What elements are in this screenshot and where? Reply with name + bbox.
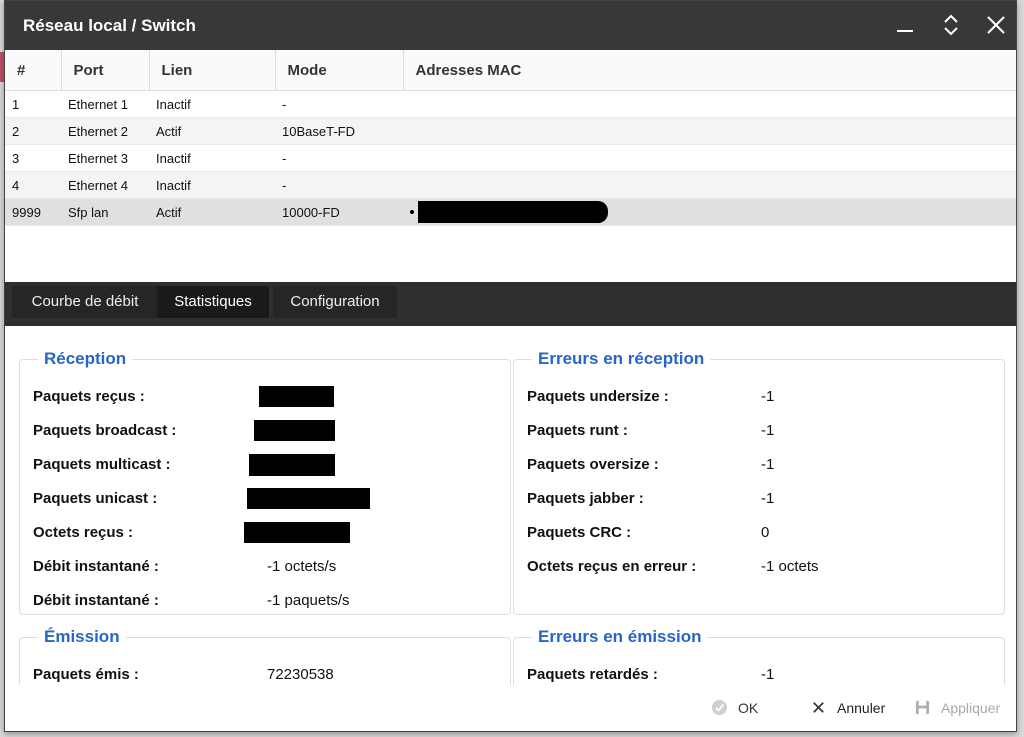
stat-label: Débit instantané : [33, 558, 159, 575]
stat-label: Paquets oversize : [527, 456, 659, 473]
cell-mac [403, 144, 1016, 172]
stat-value: -1 [761, 490, 775, 507]
redacted-mac [418, 201, 608, 223]
cell-port: Ethernet 4 [61, 171, 149, 199]
redacted-value [244, 522, 350, 543]
stat-value: -1 [761, 388, 775, 405]
reception-panel: Réception Paquets reçus : Paquets broadc… [19, 349, 511, 615]
stat-label: Paquets unicast : [33, 490, 158, 507]
minimize-icon[interactable] [891, 11, 919, 39]
cell-link: Inactif [149, 171, 275, 199]
cell-port: Ethernet 3 [61, 144, 149, 172]
cell-port: Sfp lan [61, 198, 149, 226]
column-header-port[interactable]: Port [61, 50, 150, 91]
tab-courbe-de-debit[interactable]: Courbe de débit [12, 286, 158, 318]
ok-button[interactable]: OK [711, 697, 758, 719]
cell-number: 1 [5, 90, 61, 118]
maximize-icon[interactable] [937, 11, 965, 39]
cancel-button[interactable]: Annuler [810, 697, 885, 719]
table-row-selected[interactable]: 9999 Sfp lan Actif 10000-FD [5, 198, 1016, 226]
ports-grid: # Port Lien Mode Adresses MAC 1 Ethernet… [5, 50, 1016, 282]
table-row[interactable]: 4 Ethernet 4 Inactif - [5, 171, 1016, 199]
stat-label: Octets reçus en erreur : [527, 558, 697, 575]
table-row[interactable]: 2 Ethernet 2 Actif 10BaseT-FD [5, 117, 1016, 145]
redacted-value [254, 420, 335, 441]
window-title: Réseau local / Switch [23, 16, 196, 35]
reception-title: Réception [38, 349, 133, 369]
cell-mac [403, 117, 1016, 145]
stat-label: Paquets reçus : [33, 388, 145, 405]
close-icon[interactable] [982, 11, 1010, 39]
tx-errors-title: Erreurs en émission [532, 627, 708, 647]
table-row[interactable]: 3 Ethernet 3 Inactif - [5, 144, 1016, 172]
tab-configuration[interactable]: Configuration [273, 286, 397, 318]
stat-value: -1 octets/s [267, 558, 337, 575]
title-bar[interactable]: Réseau local / Switch [5, 1, 1016, 50]
redacted-value [247, 488, 370, 509]
stat-label: Paquets jabber : [527, 490, 644, 507]
ok-label: OK [738, 700, 759, 716]
check-icon [711, 699, 728, 715]
stat-label: Paquets retardés : [527, 666, 658, 683]
cell-mode: 10BaseT-FD [275, 117, 403, 145]
cell-mode: - [275, 90, 403, 118]
cell-link: Actif [149, 117, 275, 145]
dialog-footer: OK Annuler Appliquer [5, 685, 1016, 731]
statistics-content[interactable]: Réception Paquets reçus : Paquets broadc… [5, 326, 1016, 686]
stat-value: -1 [761, 666, 775, 683]
grid-header: # Port Lien Mode Adresses MAC [5, 50, 1016, 91]
stat-label: Paquets émis : [33, 666, 139, 683]
cell-mode: - [275, 144, 403, 172]
stat-value: -1 octets [761, 558, 819, 575]
tab-bar: Courbe de débit Statistiques Configurati… [5, 282, 1016, 326]
column-header-mac[interactable]: Adresses MAC [403, 50, 1016, 91]
stat-value: 72230538 [267, 666, 334, 683]
tab-statistiques[interactable]: Statistiques [157, 286, 269, 318]
cell-link: Inactif [149, 90, 275, 118]
table-row[interactable]: 1 Ethernet 1 Inactif - [5, 90, 1016, 118]
column-header-link[interactable]: Lien [149, 50, 276, 91]
cell-number: 3 [5, 144, 61, 172]
close-x-icon [813, 701, 824, 713]
save-icon [915, 700, 930, 714]
stat-label: Débit instantané : [33, 592, 159, 609]
cell-mac [403, 90, 1016, 118]
cell-number: 4 [5, 171, 61, 199]
cell-mac [403, 198, 1016, 226]
cell-number: 2 [5, 117, 61, 145]
apply-label: Appliquer [941, 700, 1001, 716]
stat-value: -1 [761, 456, 775, 473]
emission-panel: Émission Paquets émis : 72230538 [19, 627, 511, 686]
stat-value: 0 [761, 524, 770, 541]
mac-bullet [410, 210, 414, 214]
switch-dialog: Réseau local / Switch # Port Lien Mode A… [4, 0, 1017, 732]
tx-errors-panel: Erreurs en émission Paquets retardés : -… [513, 627, 1005, 686]
column-header-number[interactable]: # [5, 50, 62, 91]
cell-number: 9999 [5, 198, 61, 226]
stat-value: -1 paquets/s [267, 592, 350, 609]
cell-mac [403, 171, 1016, 199]
cell-mode: - [275, 171, 403, 199]
stat-label: Paquets CRC : [527, 524, 632, 541]
rx-errors-title: Erreurs en réception [532, 349, 711, 369]
cell-port: Ethernet 1 [61, 90, 149, 118]
stat-label: Paquets multicast : [33, 456, 171, 473]
redacted-value [249, 454, 335, 476]
cell-port: Ethernet 2 [61, 117, 149, 145]
stat-label: Octets reçus : [33, 524, 134, 541]
stat-label: Paquets runt : [527, 422, 628, 439]
stat-label: Paquets broadcast : [33, 422, 177, 439]
column-header-mode[interactable]: Mode [275, 50, 404, 91]
rx-errors-panel: Erreurs en réception Paquets undersize :… [513, 349, 1005, 615]
cancel-label: Annuler [837, 700, 886, 716]
emission-title: Émission [38, 627, 126, 647]
cell-mode: 10000-FD [275, 198, 403, 226]
apply-button[interactable]: Appliquer [914, 697, 1000, 719]
redacted-value [259, 386, 334, 407]
cell-link: Inactif [149, 144, 275, 172]
stat-label: Paquets undersize : [527, 388, 669, 405]
stat-value: -1 [761, 422, 775, 439]
cell-link: Actif [149, 198, 275, 226]
